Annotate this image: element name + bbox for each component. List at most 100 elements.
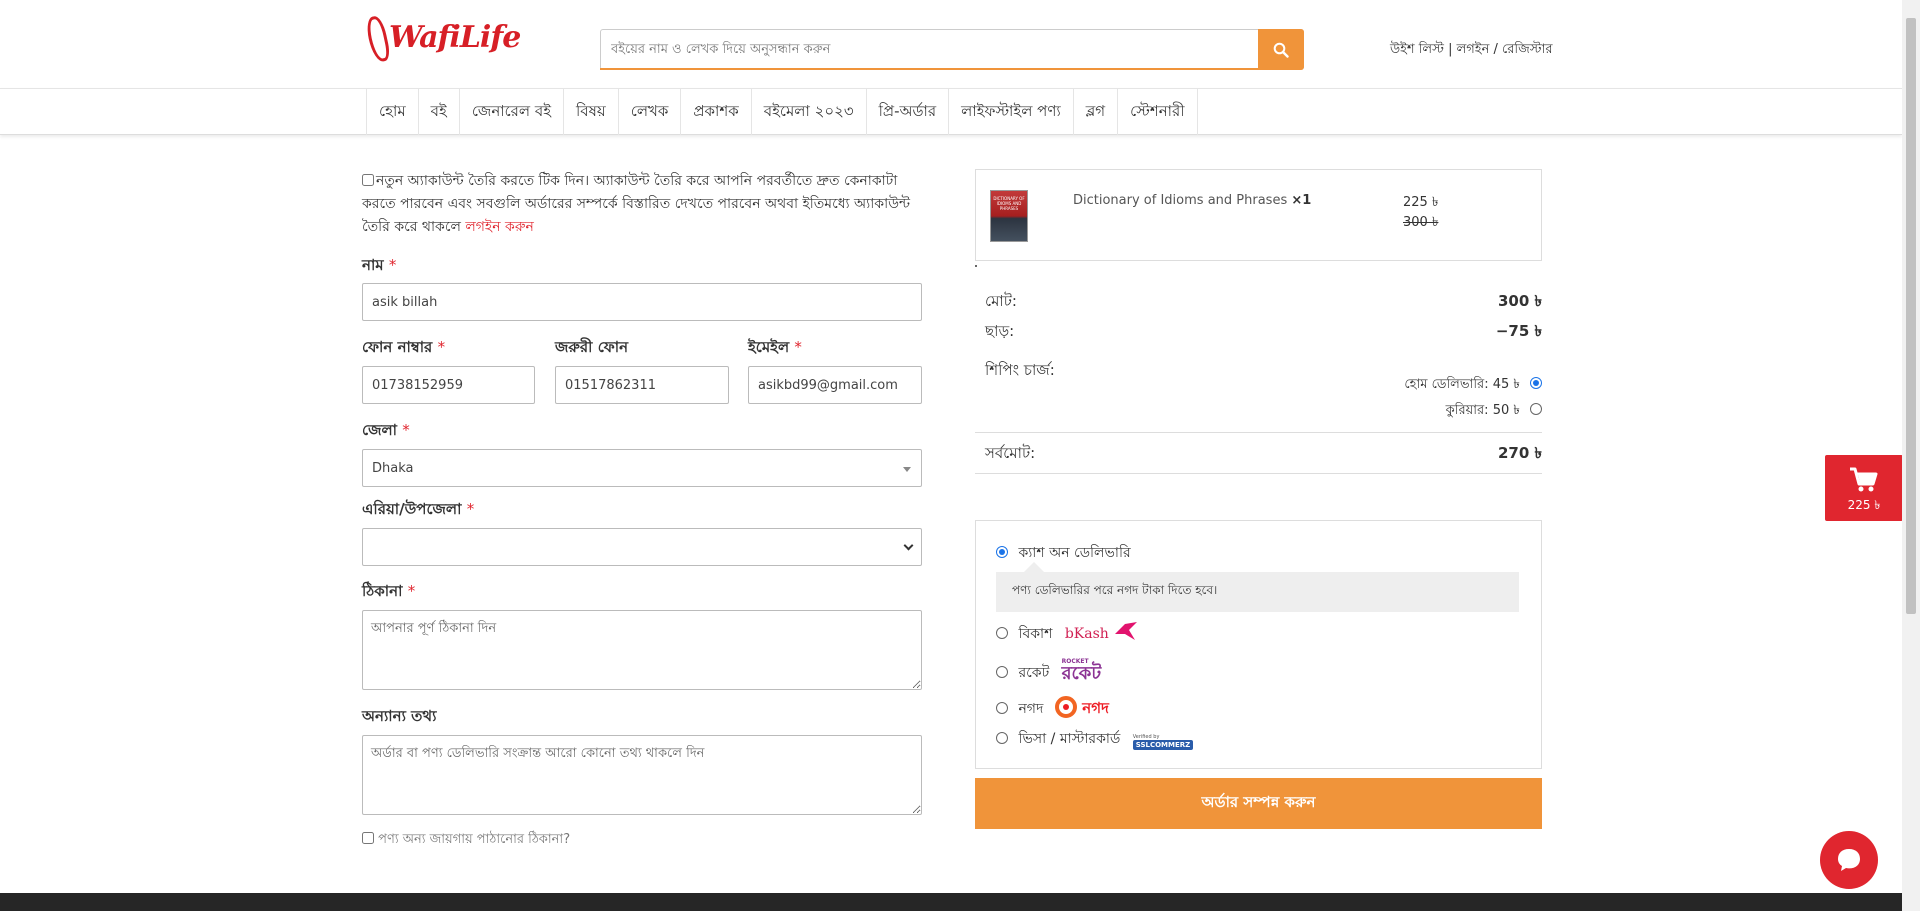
payment-card-option[interactable]: ভিসা / মাস্টারকার্ড Verified by SSLCOMME… bbox=[996, 727, 1194, 751]
name-label: নাম * bbox=[362, 256, 397, 274]
nav-item-pre-order[interactable]: প্রি-অর্ডার bbox=[865, 89, 949, 135]
courier-radio[interactable] bbox=[1530, 403, 1542, 415]
item-quantity: ×1 bbox=[1291, 193, 1312, 208]
create-account-checkbox[interactable] bbox=[362, 174, 374, 186]
shipping-label: শিপিং চার্জ: bbox=[985, 361, 1055, 379]
item-title-text: Dictionary of Idioms and Phrases bbox=[1073, 193, 1288, 208]
create-account-notice: নতুন অ্যাকাউন্ট তৈরি করতে টিক দিন। অ্যাক… bbox=[362, 170, 922, 239]
ship-other-checkbox[interactable] bbox=[362, 832, 374, 844]
scrollbar-thumb[interactable] bbox=[1906, 18, 1916, 614]
payment-nagad-option[interactable]: নগদ নগদ bbox=[996, 695, 1109, 722]
alt-phone-label: জরুরী ফোন bbox=[555, 338, 629, 356]
rocket-label: রকেট bbox=[1018, 665, 1050, 681]
other-info-textarea[interactable] bbox=[362, 735, 922, 815]
nav-item-stationery[interactable]: স্টেশনারী bbox=[1117, 89, 1198, 135]
search-bar bbox=[600, 29, 1304, 70]
total-row: সর্বমোট: 270 ৳ bbox=[985, 442, 1542, 467]
order-item-title[interactable]: Dictionary of Idioms and Phrases ×1 bbox=[1073, 193, 1311, 208]
card-label: ভিসা / মাস্টারকার্ড bbox=[1018, 731, 1121, 747]
nav-item-publishers[interactable]: প্রকাশক bbox=[680, 89, 750, 135]
wafilife-logo[interactable]: WafiLife bbox=[364, 14, 521, 64]
nagad-label: নগদ bbox=[1018, 701, 1044, 717]
home-delivery-option[interactable]: হোম ডেলিভারি: 45 ৳ bbox=[1404, 375, 1542, 396]
district-select[interactable]: Dhaka bbox=[362, 449, 922, 487]
page-scrollbar[interactable] bbox=[1902, 0, 1920, 911]
create-account-text: নতুন অ্যাকাউন্ট তৈরি করতে টিক দিন। অ্যাক… bbox=[362, 173, 911, 235]
rocket-logo: ROCKET রকেট bbox=[1061, 658, 1102, 684]
discount-label: ছাড়: bbox=[985, 322, 1015, 340]
nav-item-lifestyle[interactable]: লাইফস্টাইল পণ্য bbox=[948, 89, 1073, 135]
book-cover-image[interactable]: DICTIONARY OF IDIOMS AND PHRASES bbox=[990, 190, 1028, 242]
cod-radio[interactable] bbox=[996, 546, 1008, 558]
subtotal-row: মোট: 300 ৳ bbox=[985, 290, 1542, 315]
register-link[interactable]: রেজিস্টার bbox=[1502, 42, 1553, 57]
payment-bkash-option[interactable]: বিকাশ bKash bbox=[996, 620, 1139, 646]
logo-text: WafiLife bbox=[389, 20, 521, 55]
search-icon bbox=[1273, 42, 1289, 58]
other-info-label: অন্যান্য তথ্য bbox=[362, 707, 437, 725]
nav-item-authors[interactable]: লেখক bbox=[617, 89, 681, 135]
site-header: WafiLife উইশ লিস্ট | লগইন / রেজিস্টার bbox=[0, 0, 1902, 88]
payment-cod-option[interactable]: ক্যাশ অন ডেলিভারি bbox=[996, 541, 1131, 565]
subtotal-label: মোট: bbox=[985, 292, 1017, 310]
search-button[interactable] bbox=[1258, 29, 1304, 70]
total-divider-top bbox=[975, 432, 1542, 433]
cod-label: ক্যাশ অন ডেলিভারি bbox=[1018, 545, 1131, 561]
name-input[interactable]: asik billah bbox=[362, 283, 922, 321]
place-order-button[interactable]: অর্ডার সম্পন্ন করুন bbox=[975, 778, 1542, 829]
item-old-price: 300 ৳ bbox=[1403, 215, 1439, 230]
nav-item-subjects[interactable]: বিষয় bbox=[563, 89, 618, 135]
account-links: উইশ লিস্ট | লগইন / রেজিস্টার bbox=[1390, 40, 1553, 61]
total-label: সর্বমোট: bbox=[985, 444, 1036, 462]
chat-bubble-icon bbox=[1838, 849, 1860, 871]
nav-item-general-books[interactable]: জেনারেল বই bbox=[458, 89, 563, 135]
discount-row: ছাড়: −75 ৳ bbox=[985, 320, 1542, 345]
bkash-bird-icon bbox=[1115, 622, 1138, 640]
chat-button[interactable] bbox=[1820, 831, 1878, 889]
bkash-logo: bKash bbox=[1064, 626, 1109, 642]
nagad-logo: নগদ bbox=[1082, 699, 1109, 717]
floating-cart-button[interactable]: 225 ৳ bbox=[1825, 455, 1903, 521]
nav-item-book-fair[interactable]: বইমেলা ২০২৩ bbox=[750, 89, 866, 135]
home-delivery-text: হোম ডেলিভারি: 45 ৳ bbox=[1404, 377, 1520, 392]
bkash-label: বিকাশ bbox=[1018, 626, 1053, 642]
nav-item-books[interactable]: বই bbox=[417, 89, 459, 135]
cart-icon bbox=[1850, 467, 1878, 492]
search-input[interactable] bbox=[601, 30, 1259, 69]
divider-dot bbox=[975, 265, 977, 267]
email-input[interactable]: asikbd99@gmail.com bbox=[748, 366, 922, 404]
area-label: এরিয়া/উপজেলা * bbox=[362, 500, 475, 518]
phone-label: ফোন নাম্বার * bbox=[362, 338, 446, 356]
site-footer bbox=[0, 893, 1902, 911]
rocket-radio[interactable] bbox=[996, 666, 1008, 678]
district-label: জেলা * bbox=[362, 421, 410, 439]
nagad-radio[interactable] bbox=[996, 702, 1008, 714]
area-select[interactable] bbox=[362, 528, 922, 566]
home-delivery-radio[interactable] bbox=[1530, 377, 1542, 389]
order-item-box: DICTIONARY OF IDIOMS AND PHRASES Diction… bbox=[975, 169, 1542, 261]
courier-option[interactable]: কুরিয়ার: 50 ৳ bbox=[1446, 401, 1542, 422]
login-link-inline[interactable]: লগইন করুন bbox=[465, 219, 534, 235]
wishlist-link[interactable]: উইশ লিস্ট bbox=[1390, 42, 1444, 57]
nagad-swirl-icon bbox=[1054, 696, 1077, 718]
search-focus-underline bbox=[600, 68, 1260, 70]
card-radio[interactable] bbox=[996, 732, 1008, 744]
login-link[interactable]: লগইন bbox=[1457, 42, 1490, 57]
total-value: 270 ৳ bbox=[1497, 444, 1542, 462]
link-separator: | bbox=[1448, 42, 1453, 57]
email-label: ইমেইল * bbox=[748, 338, 802, 356]
phone-input[interactable]: 01738152959 bbox=[362, 366, 535, 404]
cod-note: পণ্য ডেলিভারির পরে নগদ টাকা দিতে হবে। bbox=[996, 562, 1519, 612]
address-textarea[interactable] bbox=[362, 610, 922, 690]
chevron-down-icon bbox=[903, 540, 914, 551]
address-label: ঠিকানা * bbox=[362, 582, 416, 600]
nav-item-home[interactable]: হোম bbox=[366, 89, 418, 135]
payment-rocket-option[interactable]: রকেট ROCKET রকেট bbox=[996, 657, 1101, 685]
alt-phone-input[interactable]: 01517862311 bbox=[555, 366, 729, 404]
bkash-radio[interactable] bbox=[996, 627, 1008, 639]
total-divider-bottom bbox=[975, 473, 1542, 474]
subtotal-value: 300 ৳ bbox=[1497, 292, 1542, 310]
cart-amount: 225 ৳ bbox=[1847, 498, 1881, 512]
nav-item-blog[interactable]: ব্লগ bbox=[1072, 89, 1117, 135]
dropdown-arrow-icon bbox=[903, 467, 911, 472]
